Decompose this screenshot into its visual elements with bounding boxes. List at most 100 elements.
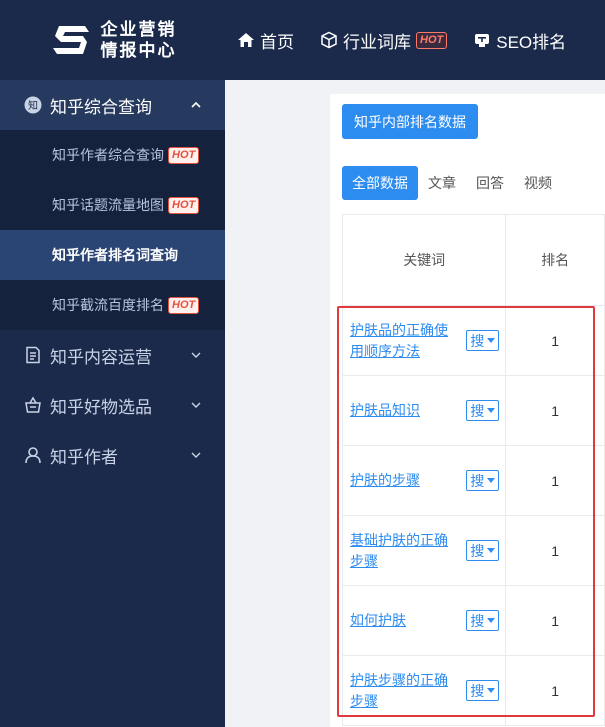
- sub-item-label: 知乎作者排名词查询: [52, 247, 178, 263]
- brand-line2: 情报中心: [100, 41, 177, 60]
- zhihu-icon: 知: [24, 96, 42, 114]
- nav-item-industry-words[interactable]: 行业词库 HOT: [320, 28, 448, 53]
- keyword-link[interactable]: 护肤的步骤: [350, 470, 458, 491]
- internal-ranking-data-button[interactable]: 知乎内部排名数据: [342, 104, 478, 139]
- keyword-link[interactable]: 护肤步骤的正确步骤: [350, 670, 458, 712]
- caret-down-icon: [487, 548, 496, 553]
- keyword-link[interactable]: 护肤品知识: [350, 400, 458, 421]
- keyword-cell: 基础护肤的正确步骤搜: [343, 516, 507, 585]
- keyword-table: 关键词 排名 护肤品的正确使用顺序方法搜 1 护肤品知识搜 1 护肤的步骤搜 1 基础护肤的…: [342, 214, 605, 726]
- tab-answers[interactable]: 回答: [466, 166, 514, 200]
- sidebar-item-topic-map[interactable]: 知乎话题流量地图 HOT: [0, 180, 225, 230]
- ranking-icon: [475, 34, 490, 47]
- search-dropdown[interactable]: 搜: [466, 610, 500, 631]
- brand-logo[interactable]: 企业营销 情报中心: [0, 0, 225, 80]
- cube-icon: [321, 31, 337, 49]
- keyword-cell: 护肤品知识搜: [343, 376, 507, 445]
- document-icon: [24, 346, 42, 364]
- nav-item-home[interactable]: 首页: [237, 28, 294, 53]
- table-row: 护肤品知识搜 1: [343, 376, 605, 446]
- nav-item-seo-ranking[interactable]: SEO排名: [473, 28, 566, 53]
- search-dropdown[interactable]: 搜: [466, 470, 500, 491]
- search-label: 搜: [470, 682, 485, 699]
- keyword-link[interactable]: 护肤品的正确使用顺序方法: [350, 320, 458, 362]
- tab-all-data[interactable]: 全部数据: [342, 166, 418, 200]
- sidebar-menu-content-ops[interactable]: 知乎内容运营: [0, 330, 225, 380]
- tab-videos[interactable]: 视频: [514, 166, 562, 200]
- caret-down-icon: [487, 478, 496, 483]
- table-row: 护肤的步骤搜 1: [343, 446, 605, 516]
- search-label: 搜: [470, 542, 485, 559]
- search-label: 搜: [470, 332, 485, 349]
- sub-item-label: 知乎话题流量地图: [52, 197, 164, 213]
- keyword-cell: 护肤步骤的正确步骤搜: [343, 656, 507, 725]
- table-header-row: 关键词 排名: [343, 215, 605, 306]
- sidebar-item-author-query[interactable]: 知乎作者综合查询 HOT: [0, 130, 225, 180]
- user-icon: [24, 446, 42, 464]
- svg-text:知: 知: [28, 99, 38, 112]
- rank-cell: 1: [506, 586, 605, 655]
- home-icon: [238, 33, 254, 47]
- sidebar-menu-product-picks[interactable]: 知乎好物选品: [0, 380, 225, 430]
- chevron-down-icon: [191, 402, 201, 408]
- keyword-cell: 护肤品的正确使用顺序方法搜: [343, 306, 507, 375]
- keyword-cell: 护肤的步骤搜: [343, 446, 507, 515]
- basket-icon: [24, 396, 42, 414]
- rank-cell: 1: [506, 446, 605, 515]
- nav-label: 首页: [260, 32, 294, 52]
- search-label: 搜: [470, 402, 485, 419]
- column-header-rank: 排名: [506, 215, 605, 305]
- menu-label: 知乎综合查询: [50, 97, 152, 117]
- caret-down-icon: [487, 618, 496, 623]
- top-nav: 首页 行业词库 HOT SEO排名: [225, 0, 580, 80]
- search-dropdown[interactable]: 搜: [466, 680, 500, 701]
- content-card: 知乎内部排名数据 全部数据 文章 回答 视频 关键词 排名 护肤品的正确使用顺序…: [330, 94, 605, 727]
- sub-item-label: 知乎截流百度排名: [52, 297, 164, 313]
- sidebar-item-baidu-rank[interactable]: 知乎截流百度排名 HOT: [0, 280, 225, 330]
- tab-articles[interactable]: 文章: [418, 166, 466, 200]
- table-row: 如何护肤搜 1: [343, 586, 605, 656]
- sub-item-label: 知乎作者综合查询: [52, 147, 164, 163]
- main-content: 知乎内部排名数据 全部数据 文章 回答 视频 关键词 排名 护肤品的正确使用顺序…: [225, 80, 605, 727]
- hot-badge: HOT: [168, 146, 200, 164]
- rank-cell: 1: [506, 656, 605, 725]
- rank-cell: 1: [506, 516, 605, 585]
- logo-icon: [52, 26, 89, 54]
- submenu: 知乎作者综合查询 HOT 知乎话题流量地图 HOT 知乎作者排名词查询 知乎截流…: [0, 130, 225, 330]
- sidebar-item-author-rank-words[interactable]: 知乎作者排名词查询: [0, 230, 225, 280]
- hot-badge: HOT: [416, 31, 448, 49]
- caret-down-icon: [487, 688, 496, 693]
- sidebar: 知 知乎综合查询 知乎作者综合查询 HOT 知乎话题流量地图 HOT 知乎作者排…: [0, 80, 225, 727]
- keyword-link[interactable]: 基础护肤的正确步骤: [350, 530, 458, 572]
- table-row: 护肤步骤的正确步骤搜 1: [343, 656, 605, 726]
- nav-label: SEO排名: [496, 32, 567, 52]
- search-dropdown[interactable]: 搜: [466, 330, 500, 351]
- search-dropdown[interactable]: 搜: [466, 540, 500, 561]
- caret-down-icon: [487, 338, 496, 343]
- caret-down-icon: [487, 408, 496, 413]
- sidebar-menu-authors[interactable]: 知乎作者: [0, 430, 225, 480]
- top-bar: 企业营销 情报中心 首页 行业词库 HOT SEO排名: [0, 0, 605, 80]
- table-row: 护肤品的正确使用顺序方法搜 1: [343, 306, 605, 376]
- rank-cell: 1: [506, 376, 605, 445]
- search-dropdown[interactable]: 搜: [466, 400, 500, 421]
- chevron-down-icon: [191, 352, 201, 358]
- keyword-link[interactable]: 如何护肤: [350, 610, 458, 631]
- brand-line1: 企业营销: [100, 20, 177, 39]
- chevron-down-icon: [191, 452, 201, 458]
- column-header-keyword: 关键词: [343, 215, 507, 305]
- keyword-cell: 如何护肤搜: [343, 586, 507, 655]
- hot-badge: HOT: [168, 296, 200, 314]
- menu-label: 知乎作者: [50, 447, 118, 467]
- search-label: 搜: [470, 612, 485, 629]
- menu-label: 知乎内容运营: [50, 347, 152, 367]
- table-row: 基础护肤的正确步骤搜 1: [343, 516, 605, 586]
- tab-bar: 全部数据 文章 回答 视频: [342, 166, 562, 200]
- sidebar-menu-zhihu-query[interactable]: 知 知乎综合查询: [0, 80, 225, 130]
- nav-label: 行业词库: [343, 32, 411, 52]
- hot-badge: HOT: [168, 196, 200, 214]
- menu-label: 知乎好物选品: [50, 397, 152, 417]
- rank-cell: 1: [506, 306, 605, 375]
- chevron-up-icon: [191, 101, 201, 108]
- search-label: 搜: [470, 472, 485, 489]
